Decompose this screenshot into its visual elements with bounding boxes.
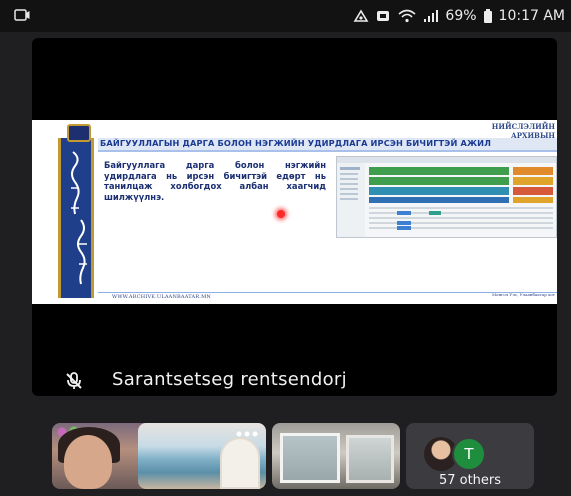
participant-background-window — [280, 433, 340, 483]
slide-footer-address: Монгол Улс, Улаанбаатар хот — [491, 292, 555, 297]
mic-off-icon — [66, 372, 82, 389]
others-count-label: 57 others — [438, 473, 502, 488]
participant-tile-2[interactable] — [138, 423, 266, 489]
wifi-icon — [398, 9, 416, 23]
slide-decorative-banner — [58, 124, 94, 298]
laser-pointer-icon — [277, 210, 285, 218]
notification-icon — [377, 11, 390, 21]
battery-icon — [483, 9, 492, 23]
emblem-icon — [67, 124, 91, 142]
signal-icon — [424, 10, 439, 22]
participant-background-arch — [220, 437, 260, 489]
slide-footer-url: WWW.ARCHIVE.ULAANBAATAR.MN — [112, 294, 211, 300]
data-saver-icon — [354, 9, 369, 22]
embedded-app-mockup — [337, 157, 556, 237]
slide-embedded-screenshot — [336, 156, 557, 238]
participant-face — [64, 435, 112, 489]
status-bar: 69% 10:17 AM — [0, 0, 571, 32]
shared-presentation-slide: НИЙСЛЭЛИЙН АРХИВЫН БАЙГУУЛЛАГЫН ДАРГА БО… — [32, 120, 557, 304]
speaker-name: Sarantsetseg rentsendorj — [112, 369, 347, 390]
slide-footer-rule — [98, 292, 557, 293]
mongolian-script-decoration — [71, 151, 87, 285]
main-video-tile[interactable]: НИЙСЛЭЛИЙН АРХИВЫН БАЙГУУЛЛАГЫН ДАРГА БО… — [32, 38, 557, 396]
others-tile[interactable]: T 57 others — [406, 423, 534, 489]
more-options-icon[interactable] — [236, 431, 258, 437]
avatar-letter: T — [452, 437, 486, 471]
participant-strip: T 57 others — [0, 420, 571, 490]
cast-icon — [14, 9, 30, 21]
clock: 10:17 AM — [498, 8, 565, 24]
participant-background-window-2 — [346, 435, 394, 483]
participant-tile-3[interactable] — [272, 423, 400, 489]
slide-title: БАЙГУУЛЛАГЫН ДАРГА БОЛОН НЭГЖИЙН УДИРДЛА… — [100, 138, 492, 148]
battery-percent: 69% — [445, 8, 477, 24]
slide-body-text: Байгууллага дарга болон нэгжийн удирдлаг… — [104, 160, 326, 202]
status-icons: 69% 10:17 AM — [353, 7, 565, 25]
